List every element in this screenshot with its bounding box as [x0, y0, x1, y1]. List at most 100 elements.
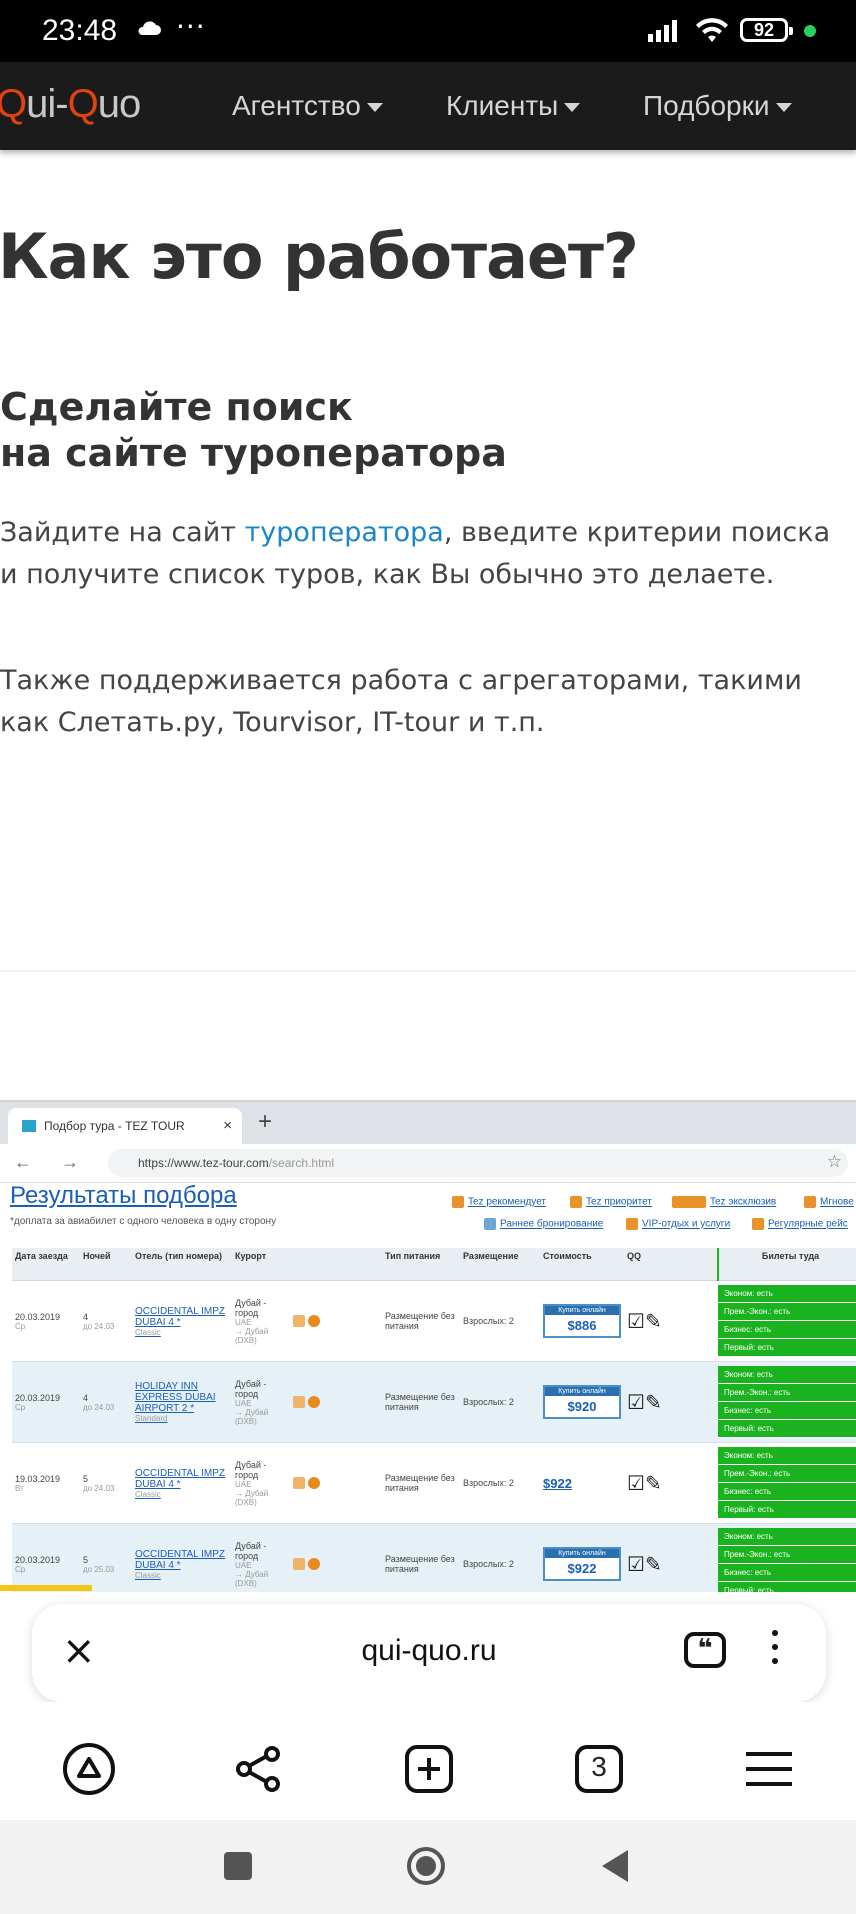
cell-meal: Размещение без питания: [382, 1280, 460, 1362]
url-path: /search.html: [268, 1156, 335, 1170]
recents-icon[interactable]: [224, 1852, 252, 1880]
aggregators-note: Также поддерживается работа с агрегатора…: [0, 665, 802, 738]
step-title: Сделайте поиск на сайте туроператора: [0, 384, 507, 476]
hotel-icon: [293, 1396, 305, 1408]
tabs-count: 3: [591, 1751, 607, 1782]
checkbox-icon: ☑: [627, 1310, 645, 1333]
ticket-availability: Эконом: есть: [718, 1528, 856, 1546]
back-icon[interactable]: [600, 1848, 630, 1888]
ticket-availability: Эконом: есть: [718, 1285, 856, 1303]
logo-text: uo: [97, 82, 141, 126]
ticket-availability: Первый: есть: [718, 1501, 856, 1519]
offer-icon: [307, 1315, 320, 1327]
cell-icons: [290, 1442, 382, 1524]
offer-icon: [307, 1477, 320, 1489]
column-header: Билеты туда: [717, 1248, 856, 1281]
table-row: 20.03.2019 Ср 5 до 25.03 OCCIDENTAL IMPZ DUB…: [12, 1523, 856, 1592]
battery-icon: 92: [740, 18, 793, 42]
ticket-availability: Первый: есть: [718, 1420, 856, 1438]
buy-online-label: Купить онлайн: [545, 1306, 619, 1315]
cell-qq: ☑✎: [624, 1442, 718, 1524]
ticket-availability: Прем.-Экон.: есть: [718, 1384, 856, 1402]
menu-icon[interactable]: [742, 1742, 796, 1796]
site-logo[interactable]: Qui-Quo: [0, 82, 141, 127]
favicon-icon: [22, 1120, 36, 1132]
promo-link: Регулярные рейс: [752, 1218, 848, 1230]
cell-hotel: HOLIDAY INN EXPRESS DUBAI AIRPORT 2 * Sta…: [132, 1361, 232, 1443]
ticket-availability: Бизнес: есть: [718, 1564, 856, 1582]
column-header: Курорт: [232, 1248, 290, 1281]
price: $920: [567, 1399, 597, 1414]
nav-collections-dropdown[interactable]: Подборки: [643, 90, 792, 122]
wifi-icon: [694, 14, 730, 48]
nav-clients-dropdown[interactable]: Клиенты: [446, 90, 580, 122]
quote-icon[interactable]: ❝: [684, 1632, 726, 1668]
logo-letter-q: Q: [67, 82, 99, 126]
checkbox-icon: ☑: [627, 1553, 645, 1576]
ticket-availability: Первый: есть: [718, 1582, 856, 1592]
cell-hotel: OCCIDENTAL IMPZ DUBAI 4 * Classic: [132, 1280, 232, 1362]
cell-nights: 4 до 24.03: [80, 1280, 132, 1362]
ticket-availability: Эконом: есть: [718, 1447, 856, 1465]
nav-agency-dropdown[interactable]: Агентство: [232, 90, 383, 122]
table-row: 19.03.2019 Вт 5 до 24.03 OCCIDENTAL IMPZ DUB…: [12, 1442, 856, 1524]
new-tab-icon[interactable]: [402, 1742, 456, 1796]
buy-online-label: Купить онлайн: [545, 1549, 619, 1558]
status-time: 23:48: [42, 14, 118, 47]
table-row: 20.03.2019 Ср 4 до 24.03 OCCIDENTAL IMPZ DUB…: [12, 1280, 856, 1362]
page-load-progress: [0, 1585, 92, 1591]
cell-date: 20.03.2019 Ср: [12, 1523, 80, 1592]
ticket-availability: Эконом: есть: [718, 1366, 856, 1384]
cell-meal: Размещение без питания: [382, 1523, 460, 1592]
edit-icon: ✎: [644, 1472, 662, 1495]
cell-placement: Взрослых: 2: [460, 1523, 540, 1592]
price: $922: [543, 1475, 572, 1491]
edit-icon: ✎: [644, 1391, 662, 1414]
status-bar: 23:48 ··· 92: [0, 0, 856, 62]
screenshot-tab-title: Подбор тура - TEZ TOUR: [44, 1119, 185, 1133]
more-menu-icon[interactable]: [772, 1630, 778, 1672]
site-navbar: Qui-Quo Агентство Клиенты Подборки: [0, 62, 856, 150]
tabs-count-icon[interactable]: 3: [572, 1742, 626, 1796]
cell-tickets: Эконом: есть Прем.-Экон.: есть Бизнес: ест…: [718, 1361, 856, 1443]
cell-qq: ☑✎: [624, 1361, 718, 1443]
ticket-availability: Первый: есть: [718, 1339, 856, 1357]
tour-operator-link[interactable]: туроператора: [245, 517, 444, 548]
cell-resort: Дубай - город UAE → Дубай (DXB): [232, 1280, 290, 1362]
browser-url-bar: × qui-quo.ru ❝: [32, 1604, 826, 1702]
screenshot-url: https://www.tez-tour.com/search.html: [108, 1149, 848, 1177]
section-divider: [0, 970, 856, 972]
cell-resort: Дубай - город UAE → Дубай (DXB): [232, 1361, 290, 1443]
share-icon[interactable]: [232, 1742, 286, 1796]
text: Зайдите на сайт: [0, 517, 245, 548]
screenshot-address-bar: ← → C https://www.tez-tour.com/search.ht…: [0, 1144, 856, 1183]
cell-price: $922: [540, 1442, 624, 1524]
star-icon: ☆: [826, 1152, 842, 1171]
notification-dots: ···: [176, 10, 206, 43]
table-header: Дата заезда Ночей Отель (тип номера) Кур…: [12, 1248, 856, 1281]
results-title: Результаты подбора: [10, 1182, 237, 1209]
cell-placement: Взрослых: 2: [460, 1280, 540, 1362]
cell-icons: [290, 1280, 382, 1362]
alice-assistant-icon[interactable]: [62, 1742, 116, 1796]
cell-resort: Дубай - город UAE → Дубай (DXB): [232, 1442, 290, 1524]
offer-icon: [307, 1558, 320, 1570]
cell-hotel: OCCIDENTAL IMPZ DUBAI 4 * Classic: [132, 1442, 232, 1524]
home-icon[interactable]: [406, 1846, 446, 1886]
column-header: Дата заезда: [12, 1248, 80, 1281]
cell-price: Купить онлайн $922: [540, 1523, 624, 1592]
hotel-icon: [293, 1315, 305, 1327]
cell-tickets: Эконом: есть Прем.-Экон.: есть Бизнес: ест…: [718, 1442, 856, 1524]
cell-nights: 5 до 24.03: [80, 1442, 132, 1524]
buy-online-box: Купить онлайн $920: [543, 1385, 621, 1419]
promo-link: Раннее бронирование: [484, 1218, 603, 1230]
cell-date: 20.03.2019 Ср: [12, 1280, 80, 1362]
cell-tickets: Эконом: есть Прем.-Экон.: есть Бизнес: ест…: [718, 1280, 856, 1362]
cell-price: Купить онлайн $886: [540, 1280, 624, 1362]
cell-icons: [290, 1361, 382, 1443]
promo-link: Tez приоритет: [570, 1196, 652, 1208]
cell-qq: ☑✎: [624, 1523, 718, 1592]
page-title: Как это работает?: [0, 220, 639, 293]
table-row: 20.03.2019 Ср 4 до 24.03 HOLIDAY INN EXPRESS…: [12, 1361, 856, 1443]
close-icon: ×: [223, 1117, 232, 1134]
